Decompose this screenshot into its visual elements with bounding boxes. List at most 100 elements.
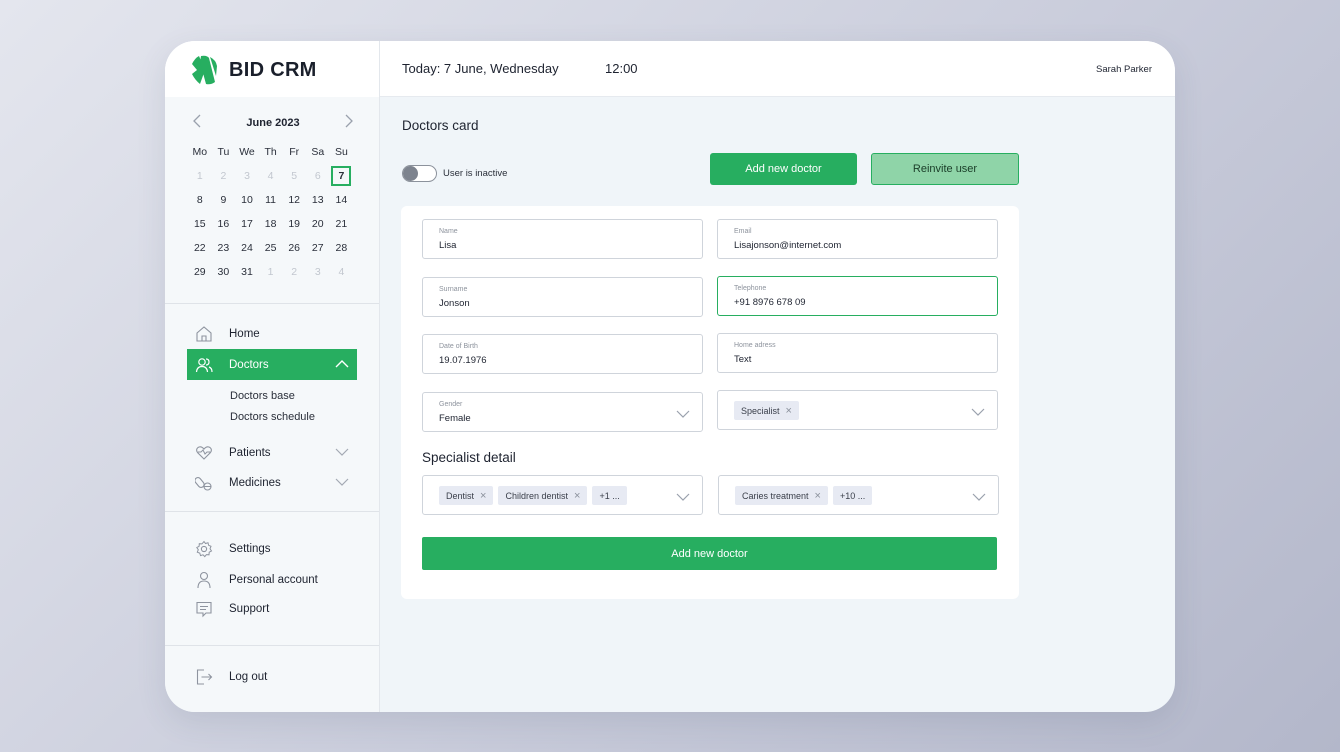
more-tags-chip[interactable]: +10 ... <box>832 486 873 505</box>
toggle-knob <box>403 166 418 181</box>
sidebar-item-home[interactable]: Home <box>187 318 357 349</box>
calendar-day[interactable]: 15 <box>188 214 212 238</box>
calendar-day[interactable]: 29 <box>188 262 212 286</box>
chevron-up-icon[interactable] <box>335 357 349 374</box>
sidebar-item-support[interactable]: Support <box>187 593 357 624</box>
sidebar-item-label: Medicines <box>229 476 281 489</box>
chevron-down-icon[interactable] <box>971 405 985 424</box>
chevron-down-icon[interactable] <box>676 407 690 426</box>
calendar-day[interactable]: 5 <box>282 166 306 190</box>
field-value: Lisajonson@internet.com <box>734 240 842 251</box>
calendar-day[interactable]: 4 <box>330 262 354 286</box>
calendar-day[interactable]: 13 <box>306 190 330 214</box>
calendar-day[interactable]: 14 <box>330 190 354 214</box>
reinvite-user-button[interactable]: Reinvite user <box>871 153 1019 185</box>
chevron-down-icon[interactable] <box>335 445 349 462</box>
heart-icon <box>193 444 215 462</box>
field-value: Lisa <box>439 240 457 251</box>
calendar-day-today[interactable]: 7 <box>331 166 352 186</box>
calendar-day[interactable]: 12 <box>282 190 306 214</box>
divider <box>165 511 379 512</box>
role-select[interactable]: Specialist × <box>717 390 998 430</box>
tag-chip: Dentist × <box>439 486 494 505</box>
field-value: +91 8976 678 09 <box>734 297 806 308</box>
submit-add-doctor-button[interactable]: Add new doctor <box>422 537 997 570</box>
sidebar-item-label: Home <box>229 327 260 340</box>
date-of-birth-field[interactable]: Date of Birth 19.07.1976 <box>422 334 703 374</box>
treatment-chips: Caries treatment × +10 ... <box>735 486 877 505</box>
sidebar-item-label: Support <box>229 602 270 615</box>
calendar-day[interactable]: 28 <box>330 238 354 262</box>
field-label: Surname <box>439 286 468 293</box>
sidebar: BID CRM June 2023 Mo Tu We Th Fr Sa Su 1 2 3 4 5 6 7 8… <box>165 41 380 712</box>
calendar-day[interactable]: 2 <box>212 166 236 190</box>
sidebar-subitem-doctors-base[interactable]: Doctors base <box>230 390 295 402</box>
chevron-down-icon[interactable] <box>972 490 986 509</box>
calendar-day[interactable]: 20 <box>306 214 330 238</box>
calendar-day[interactable]: 22 <box>188 238 212 262</box>
logo[interactable]: BID CRM <box>189 54 317 86</box>
calendar-day[interactable]: 8 <box>188 190 212 214</box>
active-toggle[interactable] <box>402 165 437 182</box>
calendar-day[interactable]: 24 <box>235 238 259 262</box>
surname-field[interactable]: Surname Jonson <box>422 277 703 317</box>
calendar-day[interactable]: 4 <box>259 166 283 190</box>
more-tags-chip[interactable]: +1 ... <box>592 486 627 505</box>
calendar-day[interactable]: 31 <box>235 262 259 286</box>
logout-button[interactable]: Log out <box>187 661 357 692</box>
app-window: BID CRM June 2023 Mo Tu We Th Fr Sa Su 1 2 3 4 5 6 7 8… <box>165 41 1175 712</box>
sidebar-item-label: Settings <box>229 542 271 555</box>
home-address-field[interactable]: Home adress Text <box>717 333 998 373</box>
page-title: Doctors card <box>402 118 479 133</box>
calendar-day[interactable]: 19 <box>282 214 306 238</box>
calendar-day[interactable]: 3 <box>306 262 330 286</box>
calendar-day[interactable]: 26 <box>282 238 306 262</box>
user-name[interactable]: Sarah Parker <box>1096 64 1152 75</box>
calendar-day[interactable]: 21 <box>330 214 354 238</box>
calendar-day[interactable]: 18 <box>259 214 283 238</box>
specialty-select[interactable]: Dentist × Children dentist × +1 ... <box>422 475 703 515</box>
telephone-field[interactable]: Telephone +91 8976 678 09 <box>717 276 998 316</box>
calendar-day[interactable]: 17 <box>235 214 259 238</box>
name-field[interactable]: Name Lisa <box>422 219 703 259</box>
calendar-day[interactable]: 11 <box>259 190 283 214</box>
calendar-day[interactable]: 6 <box>306 166 330 190</box>
calendar-day[interactable]: 16 <box>212 214 236 238</box>
tag-chip-label: Dentist <box>446 490 475 501</box>
close-icon[interactable]: × <box>480 490 486 502</box>
chevron-right-icon[interactable] <box>341 114 357 133</box>
sidebar-item-patients[interactable]: Patients <box>187 437 357 468</box>
chevron-down-icon[interactable] <box>335 475 349 492</box>
sidebar-item-personal-account[interactable]: Personal account <box>187 564 357 595</box>
calendar-day[interactable]: 1 <box>188 166 212 190</box>
calendar-day[interactable]: 25 <box>259 238 283 262</box>
calendar-day[interactable]: 27 <box>306 238 330 262</box>
divider <box>165 645 379 646</box>
calendar-day[interactable]: 2 <box>282 262 306 286</box>
add-new-doctor-button[interactable]: Add new doctor <box>710 153 857 185</box>
email-field[interactable]: Email Lisajonson@internet.com <box>717 219 998 259</box>
calendar-day[interactable]: 3 <box>235 166 259 190</box>
calendar-day[interactable]: 1 <box>259 262 283 286</box>
chevron-left-icon[interactable] <box>189 114 205 133</box>
chevron-down-icon[interactable] <box>676 490 690 509</box>
tag-chip: Caries treatment × <box>735 486 828 505</box>
calendar-day[interactable]: 30 <box>212 262 236 286</box>
weekday-label: We <box>239 146 255 158</box>
sidebar-item-medicines[interactable]: Medicines <box>187 467 357 498</box>
sidebar-item-settings[interactable]: Settings <box>187 533 357 564</box>
specialty-chips: Dentist × Children dentist × +1 ... <box>439 486 632 505</box>
calendar-title: June 2023 <box>246 117 300 129</box>
treatment-select[interactable]: Caries treatment × +10 ... <box>718 475 999 515</box>
doctor-form-card: Name Lisa Email Lisajonson@internet.com … <box>401 206 1019 599</box>
sidebar-subitem-doctors-schedule[interactable]: Doctors schedule <box>230 411 315 423</box>
gender-select[interactable]: Gender Female <box>422 392 703 432</box>
sidebar-item-doctors[interactable]: Doctors <box>187 349 357 380</box>
close-icon[interactable]: × <box>786 405 792 417</box>
close-icon[interactable]: × <box>815 490 821 502</box>
calendar-day[interactable]: 9 <box>212 190 236 214</box>
toggle-label: User is inactive <box>443 168 508 179</box>
close-icon[interactable]: × <box>574 490 580 502</box>
calendar-day[interactable]: 10 <box>235 190 259 214</box>
calendar-day[interactable]: 23 <box>212 238 236 262</box>
